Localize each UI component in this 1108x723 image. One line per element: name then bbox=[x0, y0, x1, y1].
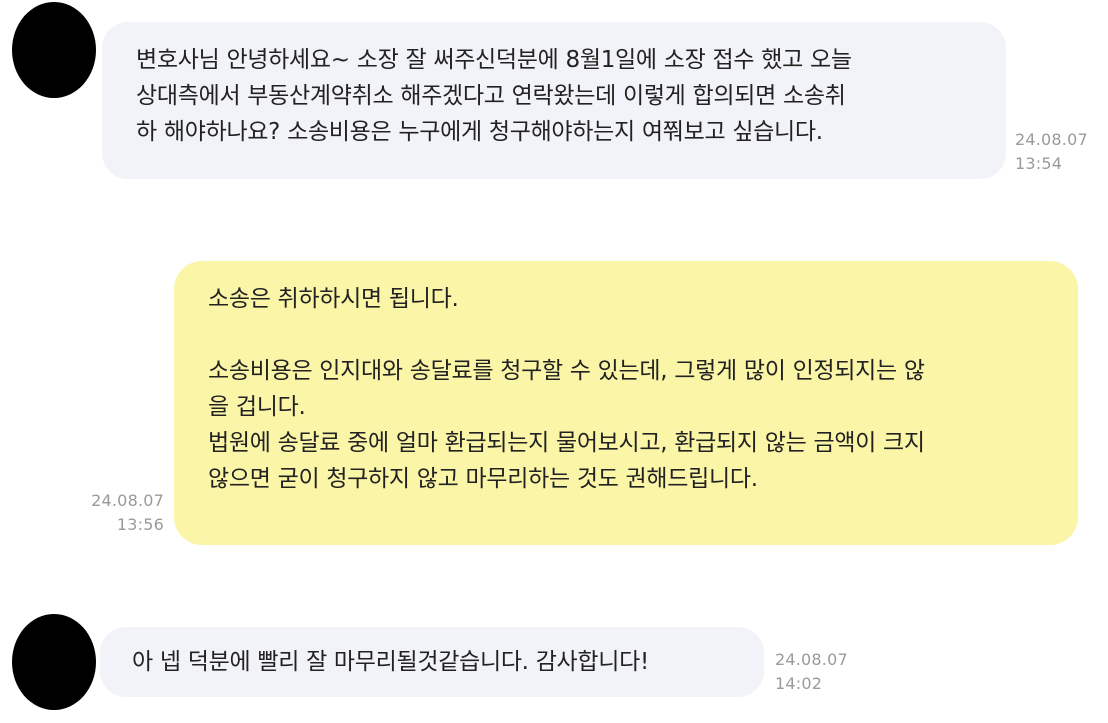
message-text-line: 을 겁니다. bbox=[208, 394, 306, 420]
message-bubble-outgoing: 소송은 취하하시면 됩니다. 소송비용은 인지대와 송달료를 청구할 수 있는데… bbox=[174, 261, 1078, 545]
timestamp-time: 13:56 bbox=[116, 515, 164, 534]
sender-avatar[interactable] bbox=[12, 614, 96, 710]
timestamp-time: 14:02 bbox=[775, 674, 823, 693]
timestamp-date: 24.08.07 bbox=[91, 491, 164, 510]
message-bubble-incoming: 변호사님 안녕하세요~ 소장 잘 써주신덕분에 8월1일에 소장 접수 했고 오… bbox=[102, 22, 1006, 179]
message-text-line: 아 넵 덕분에 빨리 잘 마무리될것같습니다. 감사합니다! bbox=[132, 649, 649, 675]
message-text-line: 않으면 굳이 청구하지 않고 마무리하는 것도 권해드립니다. bbox=[208, 466, 758, 492]
timestamp-date: 24.08.07 bbox=[1015, 130, 1088, 149]
message-timestamp: 24.08.07 13:54 bbox=[1015, 128, 1088, 176]
message-text-line: 하 해야하나요? 소송비용은 누구에게 청구해야하는지 여쭤보고 싶습니다. bbox=[136, 119, 823, 145]
timestamp-time: 13:54 bbox=[1015, 154, 1063, 173]
message-text-line: 소송비용은 인지대와 송달료를 청구할 수 있는데, 그렇게 많이 인정되지는 … bbox=[208, 358, 925, 384]
message-text-line: 소송은 취하하시면 됩니다. bbox=[208, 286, 459, 312]
sender-avatar[interactable] bbox=[12, 2, 96, 98]
chat-thread: 변호사님 안녕하세요~ 소장 잘 써주신덕분에 8월1일에 소장 접수 했고 오… bbox=[0, 0, 1108, 723]
message-text-line: 법원에 송달료 중에 얼마 환급되는지 물어보시고, 환급되지 않는 금액이 크… bbox=[208, 430, 925, 456]
message-timestamp: 24.08.07 14:02 bbox=[775, 648, 848, 696]
message-timestamp: 24.08.07 13:56 bbox=[80, 489, 164, 537]
message-bubble-incoming: 아 넵 덕분에 빨리 잘 마무리될것같습니다. 감사합니다! bbox=[100, 627, 764, 697]
message-text-line: 상대측에서 부동산계약취소 해주겠다고 연락왔는데 이렇게 합의되면 소송취 bbox=[136, 83, 846, 109]
message-text-line: 변호사님 안녕하세요~ 소장 잘 써주신덕분에 8월1일에 소장 접수 했고 오… bbox=[136, 47, 852, 73]
timestamp-date: 24.08.07 bbox=[775, 650, 848, 669]
